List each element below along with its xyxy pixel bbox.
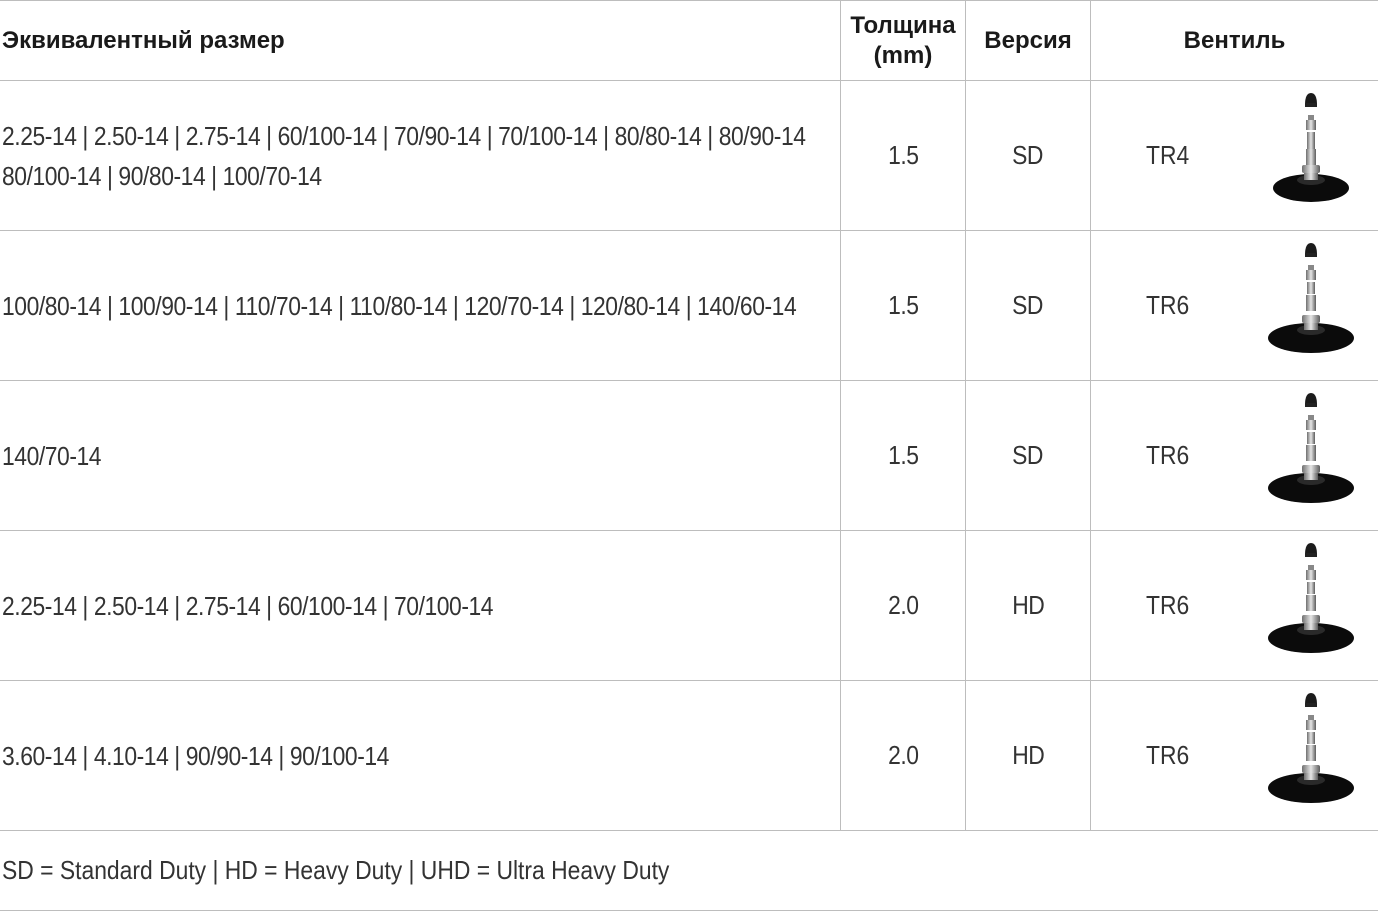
size-list-line1: 100/80-14 | 100/90-14 | 110/70-14 | 110/… <box>2 290 797 321</box>
valve-tr6-icon <box>1268 693 1354 803</box>
header-thickness-label: Толщина (mm) <box>850 11 955 71</box>
table-row: 2.25-14 | 2.50-14 | 2.75-14 | 60/100-14 … <box>0 531 1378 681</box>
valve-image <box>1261 539 1361 673</box>
version-cell: SD <box>965 231 1090 380</box>
valve-name: TR4 <box>1146 140 1190 170</box>
valve-image <box>1261 239 1361 373</box>
valve-image <box>1261 89 1361 223</box>
size-list-line1: 2.25-14 | 2.50-14 | 2.75-14 | 60/100-14 … <box>2 590 494 621</box>
size-list: 2.25-14 | 2.50-14 | 2.75-14 | 60/100-14 … <box>2 116 806 196</box>
version-value: HD <box>1011 590 1045 620</box>
size-list-line1: 140/70-14 <box>2 440 102 471</box>
size-cell: 3.60-14 | 4.10-14 | 90/90-14 | 90/100-14 <box>0 681 840 830</box>
size-cell: 140/70-14 <box>0 381 840 530</box>
valve-cell: TR4 <box>1090 81 1378 230</box>
version-value: HD <box>1011 740 1045 770</box>
thickness-cell: 2.0 <box>840 681 965 830</box>
header-thickness-line1: Толщина <box>850 11 956 39</box>
valve-tr6-icon <box>1268 243 1354 353</box>
thickness-cell: 1.5 <box>840 381 965 530</box>
legend-footnote: SD = Standard Duty | HD = Heavy Duty | U… <box>0 831 1378 911</box>
thickness-cell: 1.5 <box>840 81 965 230</box>
size-list-line1: 3.60-14 | 4.10-14 | 90/90-14 | 90/100-14 <box>2 740 389 771</box>
size-list: 100/80-14 | 100/90-14 | 110/70-14 | 110/… <box>2 286 797 326</box>
version-cell: SD <box>965 81 1090 230</box>
table-row: 140/70-14 1.5 SD TR6 <box>0 381 1378 531</box>
valve-name: TR6 <box>1146 740 1190 770</box>
version-value: SD <box>1012 440 1044 470</box>
valve-name: TR6 <box>1146 440 1190 470</box>
thickness-value: 2.0 <box>887 740 919 770</box>
version-value: SD <box>1012 140 1044 170</box>
thickness-value: 1.5 <box>887 440 919 470</box>
version-cell: SD <box>965 381 1090 530</box>
header-valve: Вентиль <box>1090 1 1378 80</box>
size-cell: 2.25-14 | 2.50-14 | 2.75-14 | 60/100-14 … <box>0 531 840 680</box>
valve-name: TR6 <box>1146 290 1190 320</box>
thickness-value: 1.5 <box>887 290 919 320</box>
valve-tr6-icon <box>1268 393 1354 503</box>
table-row: 2.25-14 | 2.50-14 | 2.75-14 | 60/100-14 … <box>0 81 1378 231</box>
header-version-label: Версия <box>984 26 1072 54</box>
valve-cell: TR6 <box>1090 381 1378 530</box>
valve-cell: TR6 <box>1090 531 1378 680</box>
thickness-cell: 2.0 <box>840 531 965 680</box>
version-cell: HD <box>965 531 1090 680</box>
thickness-value: 2.0 <box>887 590 919 620</box>
thickness-cell: 1.5 <box>840 231 965 380</box>
size-list: 140/70-14 <box>2 436 102 476</box>
valve-tr6-icon <box>1268 543 1354 653</box>
legend-text: SD = Standard Duty | HD = Heavy Duty | U… <box>2 855 670 885</box>
valve-cell: TR6 <box>1090 231 1378 380</box>
header-valve-label: Вентиль <box>1183 26 1286 54</box>
valve-image <box>1261 389 1361 523</box>
size-cell: 2.25-14 | 2.50-14 | 2.75-14 | 60/100-14 … <box>0 81 840 230</box>
header-size: Эквивалентный размер <box>0 1 840 80</box>
header-thickness: Толщина (mm) <box>840 1 965 80</box>
header-size-label: Эквивалентный размер <box>2 26 285 54</box>
size-list-line2: 80/100-14 | 90/80-14 | 100/70-14 <box>2 160 322 191</box>
version-value: SD <box>1012 290 1044 320</box>
thickness-value: 1.5 <box>887 140 919 170</box>
valve-image <box>1261 689 1361 823</box>
size-list: 3.60-14 | 4.10-14 | 90/90-14 | 90/100-14 <box>2 736 389 776</box>
table-header-row: Эквивалентный размер Толщина (mm) Версия… <box>0 0 1378 81</box>
size-cell: 100/80-14 | 100/90-14 | 110/70-14 | 110/… <box>0 231 840 380</box>
table-row: 3.60-14 | 4.10-14 | 90/90-14 | 90/100-14… <box>0 681 1378 831</box>
valve-tr4-icon <box>1273 93 1349 202</box>
valve-cell: TR6 <box>1090 681 1378 830</box>
size-list: 2.25-14 | 2.50-14 | 2.75-14 | 60/100-14 … <box>2 586 494 626</box>
header-version: Версия <box>965 1 1090 80</box>
table-row: 100/80-14 | 100/90-14 | 110/70-14 | 110/… <box>0 231 1378 381</box>
size-list-line1: 2.25-14 | 2.50-14 | 2.75-14 | 60/100-14 … <box>2 120 806 151</box>
valve-name: TR6 <box>1146 590 1190 620</box>
header-thickness-line2: (mm) <box>873 41 933 69</box>
version-cell: HD <box>965 681 1090 830</box>
